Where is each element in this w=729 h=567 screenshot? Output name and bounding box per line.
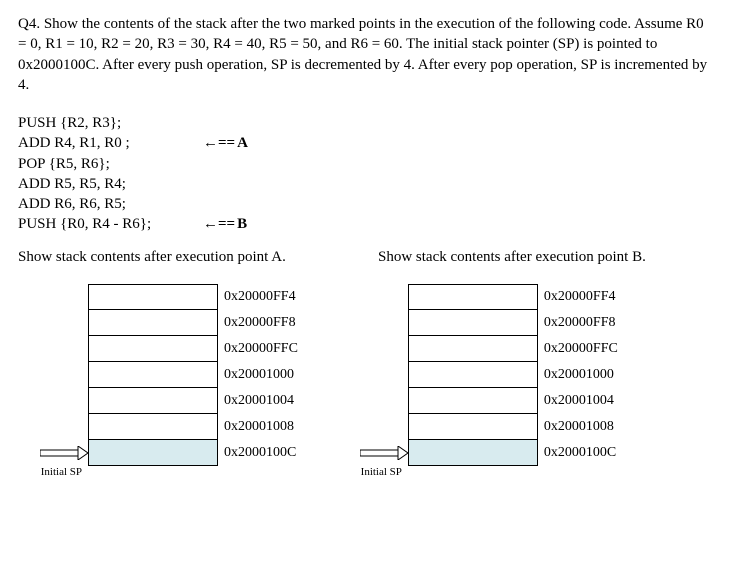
prompts-row: Show stack contents after execution poin…: [18, 249, 711, 266]
sp-label: Initial SP: [340, 466, 402, 478]
stack-cell: [408, 362, 538, 388]
arrow-left-icon: ←==: [203, 214, 235, 234]
code-line: ADD R5, R5, R4;: [18, 174, 711, 194]
stack-cell: [88, 284, 218, 310]
stack-address: 0x20001000: [544, 362, 618, 388]
stack-address: 0x20000FF4: [544, 284, 618, 310]
sp-arrow-icon: [40, 446, 88, 460]
stack-cell: [88, 336, 218, 362]
stack-address: 0x20001008: [544, 414, 618, 440]
stack-cell: [408, 310, 538, 336]
stack-diagram-b: Initial SP 0x20000FF4 0x20000FF8 0x20000…: [408, 284, 618, 466]
stacks-row: Initial SP 0x20000FF4 0x20000FF8 0x20000…: [18, 284, 711, 466]
code-line: PUSH {R2, R3};: [18, 113, 711, 133]
stack-cell: [408, 284, 538, 310]
stack-cell: [408, 414, 538, 440]
code-line: PUSH {R0, R4 - R6}; ←== B: [18, 214, 711, 234]
stack-address: 0x20001004: [544, 388, 618, 414]
stack-address: 0x20001008: [224, 414, 298, 440]
code-block: PUSH {R2, R3}; ADD R4, R1, R0 ; ←== A PO…: [18, 113, 711, 235]
stack-address: 0x20000FF8: [224, 310, 298, 336]
code-instr: ADD R4, R1, R0 ;: [18, 133, 203, 153]
stack-cell: [408, 388, 538, 414]
stack-boxes-b: [408, 284, 538, 466]
code-instr: ADD R6, R6, R5;: [18, 194, 203, 214]
stack-diagram-a: Initial SP 0x20000FF4 0x20000FF8 0x20000…: [88, 284, 298, 466]
code-marker-a: ←== A: [203, 133, 248, 153]
stack-cell-initial-sp: [88, 440, 218, 466]
stack-addresses-b: 0x20000FF4 0x20000FF8 0x20000FFC 0x20001…: [544, 284, 618, 466]
stack-address: 0x2000100C: [224, 440, 298, 466]
stack-address: 0x20000FFC: [224, 336, 298, 362]
stack-address: 0x20000FFC: [544, 336, 618, 362]
stack-cell: [88, 310, 218, 336]
stack-address: 0x2000100C: [544, 440, 618, 466]
code-instr: PUSH {R0, R4 - R6};: [18, 214, 203, 234]
stack-address: 0x20001004: [224, 388, 298, 414]
stack-cell: [88, 362, 218, 388]
stack-boxes-a: [88, 284, 218, 466]
stack-cell-initial-sp: [408, 440, 538, 466]
prompt-b: Show stack contents after execution poin…: [378, 249, 711, 266]
stack-cell: [408, 336, 538, 362]
arrow-left-icon: ←==: [203, 133, 235, 153]
code-instr: POP {R5, R6};: [18, 154, 203, 174]
prompt-a: Show stack contents after execution poin…: [18, 249, 378, 266]
code-instr: PUSH {R2, R3};: [18, 113, 203, 133]
stack-cell: [88, 388, 218, 414]
code-line: ADD R4, R1, R0 ; ←== A: [18, 133, 711, 153]
code-marker-b: ←== B: [203, 214, 247, 234]
marker-label: B: [237, 214, 247, 234]
question-text: Q4. Show the contents of the stack after…: [18, 14, 711, 95]
stack-addresses-a: 0x20000FF4 0x20000FF8 0x20000FFC 0x20001…: [224, 284, 298, 466]
stack-cell: [88, 414, 218, 440]
stack-address: 0x20001000: [224, 362, 298, 388]
code-line: POP {R5, R6};: [18, 154, 711, 174]
sp-arrow-icon: [360, 446, 408, 460]
sp-label: Initial SP: [20, 466, 82, 478]
marker-label: A: [237, 133, 248, 153]
stack-address: 0x20000FF8: [544, 310, 618, 336]
code-instr: ADD R5, R5, R4;: [18, 174, 203, 194]
code-line: ADD R6, R6, R5;: [18, 194, 711, 214]
stack-address: 0x20000FF4: [224, 284, 298, 310]
